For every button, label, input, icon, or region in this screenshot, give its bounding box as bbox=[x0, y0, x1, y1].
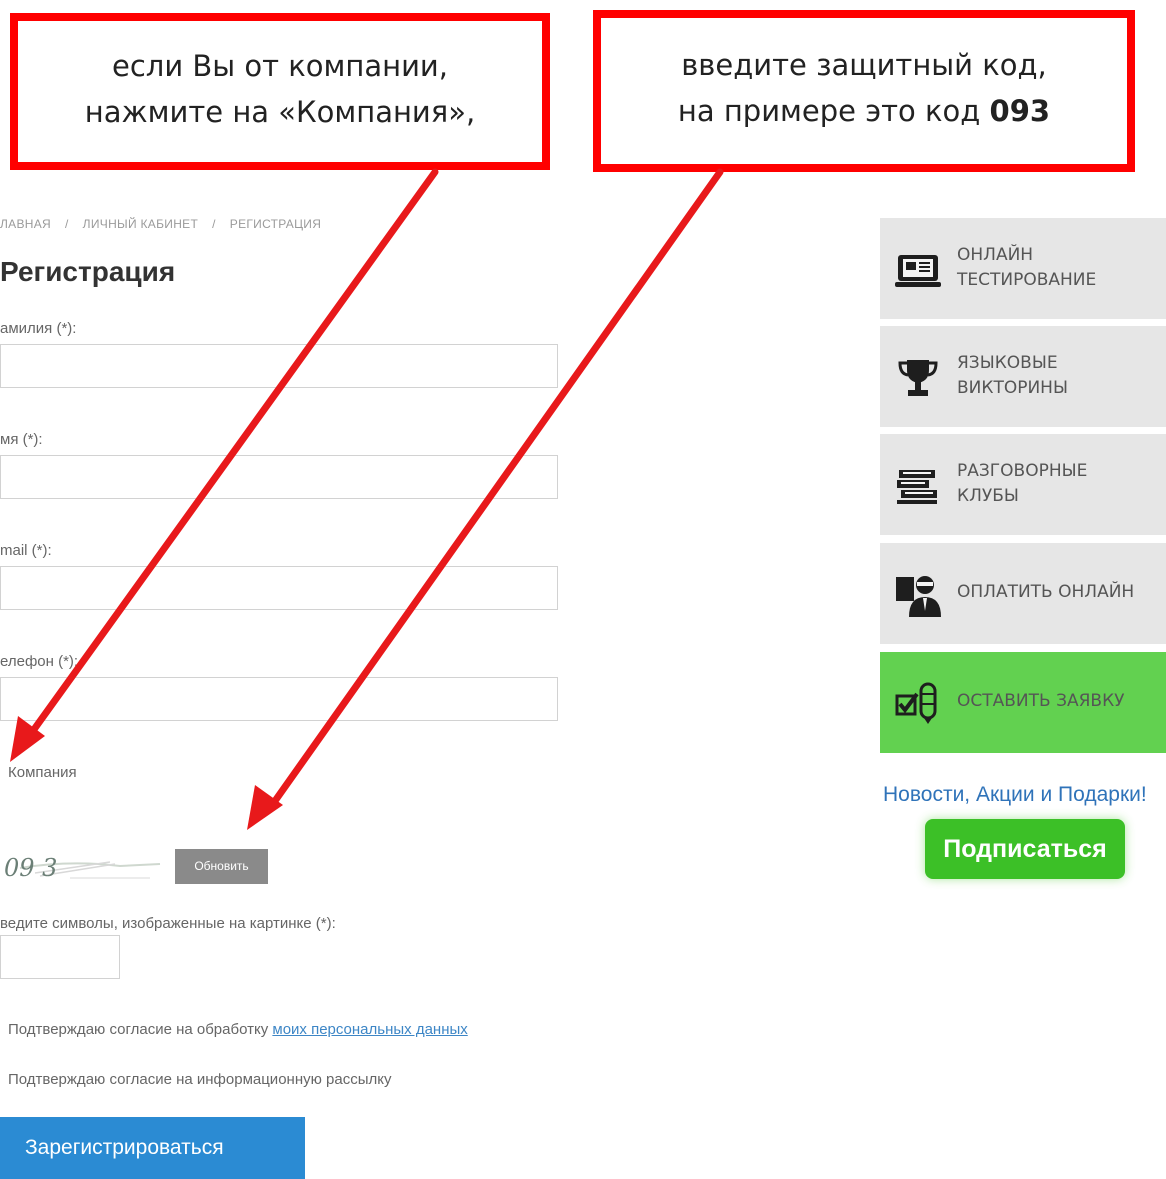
sidebar-item-language-quizzes[interactable]: ЯЗЫКОВЫЕ ВИКТОРИНЫ bbox=[880, 326, 1166, 427]
sidebar-label-line1: ОСТАВИТЬ ЗАЯВКУ bbox=[957, 691, 1125, 711]
monitor-icon bbox=[895, 255, 941, 287]
name-input[interactable] bbox=[0, 455, 558, 499]
consent-newsletter[interactable]: Подтверждаю согласие на информационную р… bbox=[8, 1071, 391, 1088]
refresh-captcha-button[interactable]: Обновить bbox=[175, 849, 268, 884]
name-label: мя (*): bbox=[0, 431, 43, 448]
sidebar-item-pay-online[interactable]: ОПЛАТИТЬ ОНЛАЙН bbox=[880, 543, 1166, 644]
sidebar-item-speaking-clubs[interactable]: РАЗГОВОРНЫЕ КЛУБЫ bbox=[880, 434, 1166, 535]
checklist-icon bbox=[895, 682, 937, 724]
captcha-text: 09 3 bbox=[4, 854, 57, 882]
breadcrumb-home-link[interactable]: ЛАВНАЯ bbox=[0, 217, 51, 231]
callout-captcha-code: 093 bbox=[989, 94, 1051, 128]
sidebar-label-line2: ТЕСТИРОВАНИЕ bbox=[957, 270, 1097, 290]
news-promo-text: Новости, Акции и Подарки! bbox=[883, 783, 1147, 806]
callout-company-line2: нажмите на «Компания», bbox=[84, 95, 476, 129]
email-label: mail (*): bbox=[0, 542, 52, 559]
callout-captcha-line1: введите защитный код, bbox=[681, 48, 1047, 82]
annotation-callout-company: если Вы от компании, нажмите на «Компани… bbox=[10, 13, 550, 170]
captcha-image: 09 3 bbox=[4, 854, 161, 882]
personal-data-link[interactable]: моих персональных данных bbox=[272, 1021, 467, 1038]
page-title: Регистрация bbox=[0, 256, 176, 287]
breadcrumb-separator: / bbox=[212, 217, 216, 231]
email-input[interactable] bbox=[0, 566, 558, 610]
trophy-icon bbox=[898, 360, 938, 396]
sidebar-label-line1: ОПЛАТИТЬ ОНЛАЙН bbox=[957, 582, 1135, 602]
captcha-input[interactable] bbox=[0, 935, 120, 979]
captcha-label: ведите символы, изображенные на картинке… bbox=[0, 915, 336, 932]
sidebar-label-line1: РАЗГОВОРНЫЕ bbox=[957, 461, 1088, 481]
breadcrumb-current: РЕГИСТРАЦИЯ bbox=[229, 217, 322, 231]
sidebar-label-line2: ВИКТОРИНЫ bbox=[957, 378, 1068, 398]
sidebar-label-line2: КЛУБЫ bbox=[957, 486, 1019, 506]
surname-label: амилия (*): bbox=[0, 320, 77, 337]
callout-captcha-line2-prefix: на примере это код bbox=[677, 94, 990, 128]
callout-company-line1: если Вы от компании, bbox=[112, 49, 448, 83]
books-icon bbox=[897, 470, 937, 504]
consent-personal-data[interactable]: Подтверждаю согласие на обработку моих п… bbox=[8, 1021, 468, 1038]
user-pay-icon bbox=[896, 576, 941, 617]
breadcrumb-separator: / bbox=[65, 217, 69, 231]
sidebar-item-online-testing[interactable]: ОНЛАЙН ТЕСТИРОВАНИЕ bbox=[880, 218, 1166, 319]
arrow-head-company bbox=[10, 716, 45, 762]
arrow-head-refresh bbox=[247, 785, 283, 830]
surname-input[interactable] bbox=[0, 344, 558, 388]
breadcrumb-cabinet-link[interactable]: ЛИЧНЫЙ КАБИНЕТ bbox=[83, 217, 198, 231]
register-button[interactable]: Зарегистрироваться bbox=[0, 1117, 305, 1179]
sidebar-item-submit-request[interactable]: ОСТАВИТЬ ЗАЯВКУ bbox=[880, 652, 1166, 753]
callout-captcha-line2: на примере это код 093 bbox=[601, 88, 1127, 134]
annotation-callout-captcha: введите защитный код, на примере это код… bbox=[593, 10, 1135, 172]
phone-label: елефон (*): bbox=[0, 653, 79, 670]
consent-personal-text: Подтверждаю согласие на обработку bbox=[8, 1021, 273, 1038]
company-checkbox-label[interactable]: Компания bbox=[8, 764, 77, 781]
subscribe-button[interactable]: Подписаться bbox=[925, 819, 1125, 879]
phone-input[interactable] bbox=[0, 677, 558, 721]
sidebar-label-line1: ОНЛАЙН bbox=[957, 245, 1034, 265]
sidebar-label-line1: ЯЗЫКОВЫЕ bbox=[957, 353, 1058, 373]
breadcrumb: ЛАВНАЯ / ЛИЧНЫЙ КАБИНЕТ / РЕГИСТРАЦИЯ bbox=[0, 217, 321, 231]
